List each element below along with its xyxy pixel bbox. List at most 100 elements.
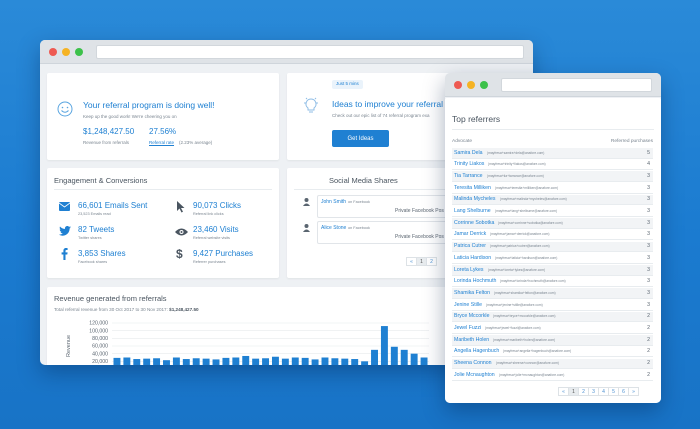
page-next[interactable]: » <box>628 387 639 396</box>
share-network: on Facebook <box>348 200 370 204</box>
referral-subtitle: Keep up the good work! We're cheering yo… <box>83 114 177 119</box>
referrer-row[interactable]: Lorinda Hochmuth (mayfresa+lorinda+hochmu… <box>452 277 653 288</box>
revenue-label: Revenue from referrals <box>83 140 130 145</box>
chart-bar <box>143 358 151 365</box>
referrers-pagination: « 1 2 3 4 5 6 » <box>558 387 639 396</box>
referrer-name-link[interactable]: Jewel Fuzzi <box>454 325 481 331</box>
referrer-email: (mayfresa+teresita+milliken@anafore.com) <box>495 185 559 190</box>
referrer-name-link[interactable]: Angella Hagenbuch <box>454 349 499 354</box>
referrer-row[interactable]: Angella Hagenbuch (mayfresa+angella+hagen… <box>452 347 653 358</box>
referrer-row[interactable]: Jamar Derrick (mayfresa+jamar+derrick@ana… <box>452 230 653 241</box>
y-axis-label: Revenue <box>66 335 72 357</box>
referrer-name-link[interactable]: Corrinne Sobotka <box>454 220 494 226</box>
referrer-count: 3 <box>647 172 650 179</box>
referrer-name-link[interactable]: Patrica Cutrer <box>454 243 486 249</box>
chart-bar <box>133 359 141 365</box>
chart-bar <box>123 357 131 365</box>
rate-link[interactable]: Referral rate <box>149 140 174 146</box>
maximize-window-button[interactable] <box>480 81 488 89</box>
referrer-email: (mayfresa+sheena+connon@anafore.com) <box>496 361 559 366</box>
referrer-name-link[interactable]: Malinda Mycheles <box>454 197 496 202</box>
chart-bar <box>311 359 319 365</box>
chart-bar <box>410 353 418 365</box>
referrer-row[interactable]: Jewel Fuzzi (mayfresa+jewel+fuzzi@anafore… <box>452 324 653 334</box>
address-bar[interactable] <box>96 45 524 59</box>
referrer-name-link[interactable]: Tia Tarrance <box>454 173 483 179</box>
referrer-name-link[interactable]: Jenine Stille <box>454 302 482 308</box>
close-window-button[interactable] <box>454 81 462 89</box>
chart-bar <box>202 358 210 365</box>
referrer-count: 3 <box>647 231 650 238</box>
window-titlebar <box>445 73 661 97</box>
referrer-row[interactable]: Patrica Cutrer (mayfresa+patrica+cutrer@a… <box>452 241 653 253</box>
y-tick-label: 80,000 <box>92 336 108 342</box>
referrer-row[interactable]: Trinity Liakos (mayfresa+trinity+liakos@a… <box>452 160 653 171</box>
page-2[interactable]: 2 <box>426 257 437 266</box>
chart-bar <box>192 358 200 365</box>
stat-sub: Twitter shares <box>78 236 102 240</box>
referrer-row[interactable]: Samira Dela (mayfresa+samira+dela@anafore… <box>452 148 653 159</box>
referrer-email: (mayfresa+samira+dela@anafore.com) <box>487 150 545 155</box>
referrer-name-link[interactable]: Laticia Hardison <box>454 255 491 261</box>
referrer-row[interactable]: Teresita Milliken (mayfresa+teresita+mill… <box>452 183 653 194</box>
referrer-row[interactable]: Laticia Hardison (mayfresa+laticia+hardis… <box>452 253 653 264</box>
referrer-row[interactable]: Shamika Felton (mayfresa+shamika+felton@a… <box>452 288 653 299</box>
referrer-row[interactable]: Bryce Mccorkle (mayfresa+bryce+mccorkle@a… <box>452 311 653 323</box>
chart-bar <box>361 361 369 365</box>
referrer-row[interactable]: Corrinne Sobotka (mayfresa+corrinne+sobot… <box>452 218 653 229</box>
referral-title: Your referral program is doing well! <box>83 100 215 110</box>
referrer-row[interactable]: Jenine Stille (mayfresa+jenine+stille@ana… <box>452 300 653 311</box>
referrer-name-link[interactable]: Lorinda Hochmuth <box>454 278 496 284</box>
referrer-email: (mayfresa+malinda+mycheles@anafore.com) <box>500 197 567 202</box>
referrer-row[interactable]: Sheena Connon (mayfresa+sheena+connon@ana… <box>452 358 653 370</box>
window-titlebar <box>40 40 533 64</box>
share-user-link[interactable]: Alice Stone <box>321 226 346 231</box>
referrer-count: 3 <box>647 278 650 285</box>
referrer-row[interactable]: Loreta Lykes (mayfresa+loreta+lykes@anafo… <box>452 265 653 276</box>
user-icon <box>303 224 310 232</box>
referrer-count: 5 <box>647 149 650 156</box>
share-item[interactable]: John Smith on Facebook Private Facebook … <box>317 195 447 218</box>
referrer-name-link[interactable]: Maribeth Holen <box>454 337 489 343</box>
stat-sub: Referrer purchases <box>193 260 226 264</box>
referrer-name-link[interactable]: Jolie Mcnaughton <box>454 372 495 378</box>
lightbulb-icon <box>304 97 318 113</box>
rate-value: 27.56% <box>149 127 177 136</box>
referrer-name-link[interactable]: Jamar Derrick <box>454 232 486 237</box>
minimize-window-button[interactable] <box>467 81 475 89</box>
social-pagination: « 1 2 <box>406 257 437 266</box>
referrer-row[interactable]: Lang Shelburne (mayfresa+lang+shelburne@a… <box>452 207 653 217</box>
referrer-name-link[interactable]: Samira Dela <box>454 150 483 156</box>
referrer-name-link[interactable]: Bryce Mccorkle <box>454 314 489 319</box>
referrer-row[interactable]: Jolie Mcnaughton (mayfresa+jolie+mcnaught… <box>452 370 653 381</box>
referrer-email: (mayfresa+loreta+lykes@anafore.com) <box>488 267 546 272</box>
referrer-count: 2 <box>647 371 650 378</box>
share-user-link[interactable]: John Smith <box>321 200 346 205</box>
referrer-count: 2 <box>647 325 650 331</box>
referrer-name-link[interactable]: Shamika Felton <box>454 290 490 296</box>
referrer-name-link[interactable]: Lang Shelburne <box>454 208 491 214</box>
referrer-count: 3 <box>647 266 650 273</box>
referrer-name-link[interactable]: Loreta Lykes <box>454 267 484 273</box>
stat-value: 9,427 Purchases <box>193 249 254 258</box>
referrer-name-link[interactable]: Trinity Liakos <box>454 161 484 167</box>
get-ideas-button[interactable]: Get Ideas <box>332 130 389 147</box>
referrer-row[interactable]: Malinda Mycheles (mayfresa+malinda+mychel… <box>452 194 653 206</box>
referrer-row[interactable]: Tia Tarrance (mayfresa+tia+tarrance@anafo… <box>452 171 653 182</box>
referrer-count: 2 <box>647 336 650 343</box>
close-window-button[interactable] <box>49 48 57 56</box>
email-icon <box>59 202 70 211</box>
referrer-row[interactable]: Maribeth Holen (mayfresa+maribeth+holen@a… <box>452 335 653 346</box>
chart-bar <box>281 358 289 365</box>
address-bar[interactable] <box>501 78 652 92</box>
referrer-name-link[interactable]: Sheena Connon <box>454 360 492 366</box>
share-item[interactable]: Alice Stone on Facebook Private Facebook… <box>317 221 447 244</box>
maximize-window-button[interactable] <box>75 48 83 56</box>
referral-summary-panel: Your referral program is doing well! Kee… <box>47 73 279 160</box>
referrer-count: 3 <box>647 289 650 296</box>
chart-bar <box>390 346 398 365</box>
referrer-count: 3 <box>647 301 650 308</box>
referrer-count: 3 <box>647 243 650 250</box>
referrer-name-link[interactable]: Teresita Milliken <box>454 185 491 191</box>
minimize-window-button[interactable] <box>62 48 70 56</box>
